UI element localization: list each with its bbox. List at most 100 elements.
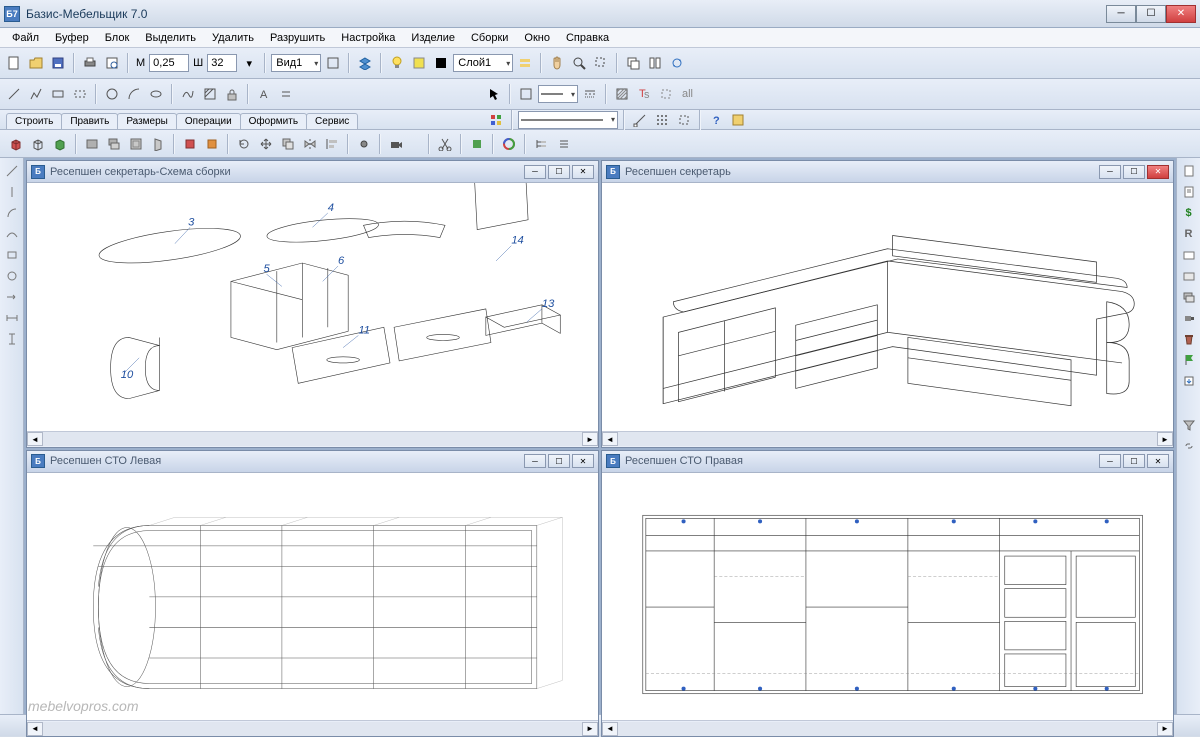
mdi-close-button[interactable]: ✕ xyxy=(1147,165,1169,179)
zoom-window-icon[interactable] xyxy=(591,53,611,73)
list-icon[interactable] xyxy=(553,134,573,154)
color-wheel-icon[interactable] xyxy=(499,134,519,154)
lock-icon[interactable] xyxy=(222,84,242,104)
color-yellow-icon[interactable] xyxy=(409,53,429,73)
tab-edit[interactable]: Править xyxy=(61,113,118,129)
menu-window[interactable]: Окно xyxy=(516,30,558,46)
canvas[interactable]: 345 61011 1413 xyxy=(27,183,598,431)
box3d-wire-icon[interactable] xyxy=(28,134,48,154)
menu-help[interactable]: Справка xyxy=(558,30,617,46)
panel-icon[interactable] xyxy=(82,134,102,154)
circle-tool-icon[interactable] xyxy=(3,267,21,285)
tab-operations[interactable]: Операции xyxy=(176,113,241,129)
info-icon[interactable] xyxy=(728,110,748,130)
line-tool-icon[interactable] xyxy=(3,162,21,180)
tab-arrange[interactable]: Оформить xyxy=(240,113,307,129)
ellipse-icon[interactable] xyxy=(146,84,166,104)
palette-icon[interactable] xyxy=(486,110,506,130)
refresh-icon[interactable] xyxy=(667,53,687,73)
window-copy-icon[interactable] xyxy=(623,53,643,73)
mdi-close-button[interactable]: ✕ xyxy=(572,454,594,468)
canvas[interactable] xyxy=(27,473,598,721)
equals-icon[interactable] xyxy=(276,84,296,104)
mat-green-icon[interactable] xyxy=(467,134,487,154)
layer-select[interactable]: Слой1 xyxy=(453,54,513,72)
arc-icon[interactable] xyxy=(124,84,144,104)
hscrollbar[interactable]: ◄► xyxy=(27,720,598,736)
mdi-maximize-button[interactable]: ☐ xyxy=(548,165,570,179)
circle-icon[interactable] xyxy=(102,84,122,104)
dim-h-icon[interactable] xyxy=(3,309,21,327)
arrow-tool-icon[interactable] xyxy=(3,288,21,306)
snap-end-icon[interactable] xyxy=(630,110,650,130)
filter-icon[interactable] xyxy=(1180,416,1198,434)
spline-icon[interactable] xyxy=(178,84,198,104)
rect-tool-icon[interactable] xyxy=(3,246,21,264)
window-tile-icon[interactable] xyxy=(645,53,665,73)
report-icon[interactable] xyxy=(1180,183,1198,201)
r-icon[interactable]: R xyxy=(1180,225,1198,243)
align-icon[interactable] xyxy=(322,134,342,154)
zoom-icon[interactable] xyxy=(569,53,589,73)
mdi-maximize-button[interactable]: ☐ xyxy=(1123,165,1145,179)
hscrollbar[interactable]: ◄► xyxy=(602,720,1173,736)
tab-dimensions[interactable]: Размеры xyxy=(117,113,177,129)
text-icon[interactable]: A xyxy=(254,84,274,104)
line-v-icon[interactable] xyxy=(3,183,21,201)
menu-product[interactable]: Изделие xyxy=(403,30,463,46)
rotate-icon[interactable] xyxy=(234,134,254,154)
snap-sel-icon[interactable] xyxy=(674,110,694,130)
menu-buffer[interactable]: Буфер xyxy=(47,30,97,46)
box3d-red-icon[interactable] xyxy=(6,134,26,154)
move-icon[interactable] xyxy=(256,134,276,154)
menu-destroy[interactable]: Разрушить xyxy=(262,30,333,46)
dropdown-icon[interactable]: ▾ xyxy=(239,53,259,73)
hscrollbar[interactable]: ◄► xyxy=(602,431,1173,447)
camera-icon[interactable] xyxy=(386,134,406,154)
snap-grid-icon[interactable] xyxy=(652,110,672,130)
panel-multi-icon[interactable] xyxy=(104,134,124,154)
hand-icon[interactable] xyxy=(547,53,567,73)
all-icon[interactable]: all xyxy=(678,84,698,104)
mdi-maximize-button[interactable]: ☐ xyxy=(548,454,570,468)
cut-icon[interactable] xyxy=(435,134,455,154)
tab-build[interactable]: Строить xyxy=(6,113,62,129)
hatch-pattern-icon[interactable] xyxy=(612,84,632,104)
cube-orange-icon[interactable] xyxy=(202,134,222,154)
print-icon[interactable] xyxy=(80,53,100,73)
menu-settings[interactable]: Настройка xyxy=(333,30,403,46)
lightbulb-icon[interactable] xyxy=(387,53,407,73)
box-dash-icon[interactable] xyxy=(656,84,676,104)
layers-icon[interactable] xyxy=(355,53,375,73)
linetype-select[interactable] xyxy=(538,85,578,103)
hatch-icon[interactable] xyxy=(200,84,220,104)
open-icon[interactable] xyxy=(26,53,46,73)
link-icon[interactable] xyxy=(1180,437,1198,455)
doc-icon[interactable] xyxy=(1180,162,1198,180)
help-icon[interactable]: ? xyxy=(706,110,726,130)
box3d-green-icon[interactable] xyxy=(50,134,70,154)
line-icon[interactable] xyxy=(4,84,24,104)
mdi-close-button[interactable]: ✕ xyxy=(1147,454,1169,468)
tab-service[interactable]: Сервис xyxy=(306,113,358,129)
menu-file[interactable]: Файл xyxy=(4,30,47,46)
tree-icon[interactable] xyxy=(531,134,551,154)
text-style-icon[interactable]: Ts xyxy=(634,84,654,104)
menu-block[interactable]: Блок xyxy=(97,30,138,46)
new-icon[interactable] xyxy=(4,53,24,73)
menu-assemblies[interactable]: Сборки xyxy=(463,30,516,46)
cube-red-icon[interactable] xyxy=(180,134,200,154)
pointer-icon[interactable] xyxy=(484,84,504,104)
mdi-minimize-button[interactable]: ─ xyxy=(1099,165,1121,179)
price-icon[interactable]: $ xyxy=(1180,204,1198,222)
curve-icon[interactable] xyxy=(3,225,21,243)
layers-r-icon[interactable] xyxy=(1180,288,1198,306)
rect-dash-icon[interactable] xyxy=(70,84,90,104)
maximize-button[interactable]: ☐ xyxy=(1136,5,1166,23)
trash-icon[interactable] xyxy=(1180,330,1198,348)
color-black-icon[interactable] xyxy=(431,53,451,73)
mdi-minimize-button[interactable]: ─ xyxy=(524,454,546,468)
canvas[interactable] xyxy=(602,183,1173,431)
hardware-icon[interactable] xyxy=(354,134,374,154)
copy-panel-icon[interactable] xyxy=(278,134,298,154)
